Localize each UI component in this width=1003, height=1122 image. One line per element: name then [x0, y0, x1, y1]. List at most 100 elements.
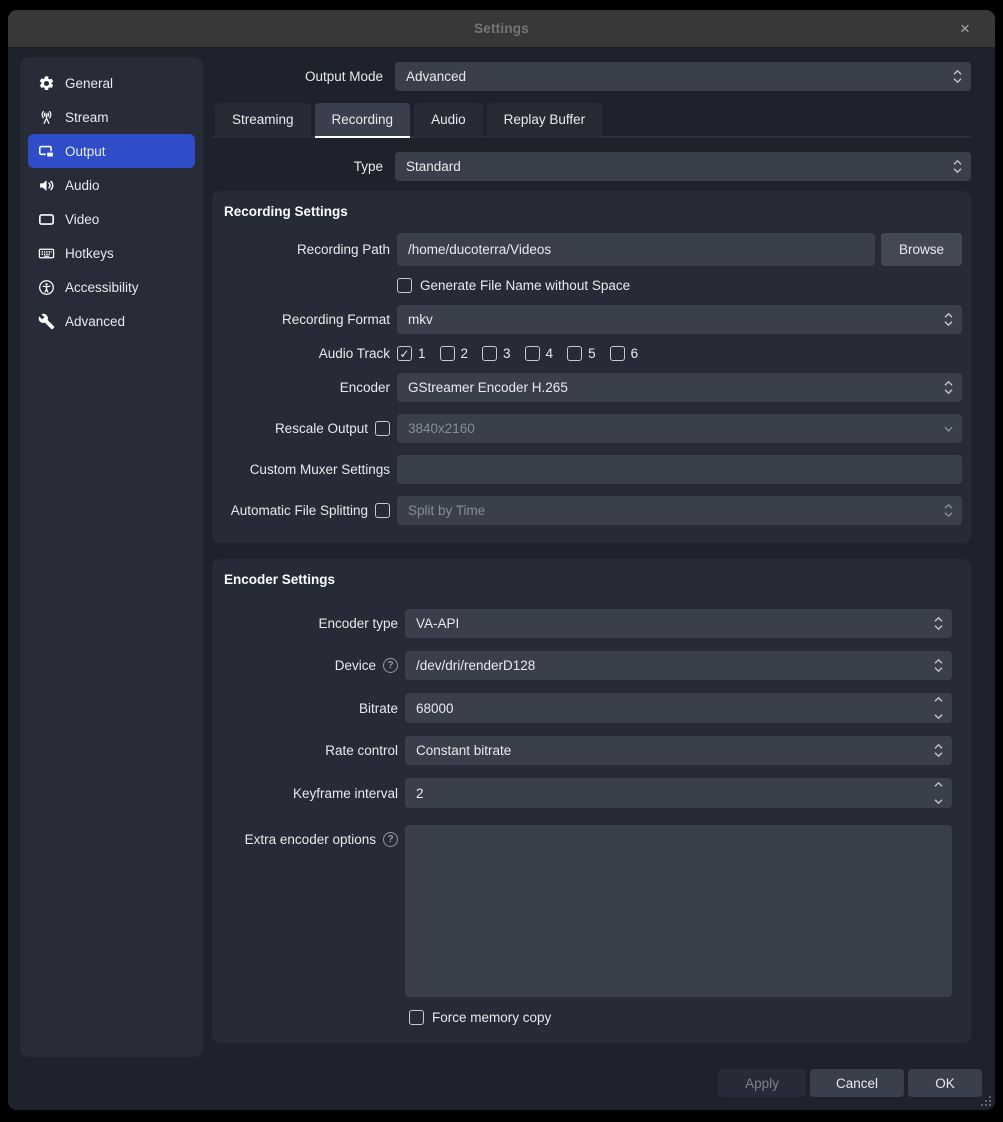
force-memory-copy-checkbox[interactable]: [409, 1010, 424, 1025]
chevron-up-down-icon: [936, 313, 953, 326]
chevron-up-down-icon: [945, 160, 962, 173]
force-memory-copy-row: Force memory copy: [222, 1010, 952, 1025]
generate-no-space-row: Generate File Name without Space: [222, 278, 962, 293]
wrench-icon: [37, 312, 55, 330]
tab-audio[interactable]: Audio: [414, 103, 483, 138]
auto-split-checkbox[interactable]: [375, 503, 390, 518]
audio-track-3-checkbox[interactable]: [482, 346, 497, 361]
spin-up-icon[interactable]: [934, 782, 943, 787]
rescale-output-checkbox[interactable]: [375, 421, 390, 436]
help-icon[interactable]: ?: [383, 658, 398, 673]
sidebar-item-accessibility[interactable]: Accessibility: [28, 270, 195, 304]
sidebar-item-video[interactable]: Video: [28, 202, 195, 236]
spin-down-icon[interactable]: [934, 714, 943, 719]
encoder-select[interactable]: GStreamer Encoder H.265: [397, 373, 962, 402]
gear-icon: [37, 74, 55, 92]
keyframe-interval-row: Keyframe interval 2: [222, 778, 952, 808]
recording-path-input[interactable]: /home/ducoterra/Videos: [397, 233, 875, 266]
custom-muxer-row: Custom Muxer Settings: [222, 455, 962, 484]
sidebar-item-advanced[interactable]: Advanced: [28, 304, 195, 338]
speaker-icon: [37, 176, 55, 194]
keyframe-interval-label: Keyframe interval: [222, 786, 398, 801]
audio-track-2-checkbox[interactable]: [440, 346, 455, 361]
recording-path-label: Recording Path: [222, 242, 390, 257]
audio-track-5-checkbox[interactable]: [567, 346, 582, 361]
tab-replay-buffer[interactable]: Replay Buffer: [487, 103, 603, 138]
output-tabs: Streaming Recording Audio Replay Buffer: [212, 103, 971, 138]
auto-split-mode-select[interactable]: Split by Time: [397, 496, 962, 525]
recording-format-select[interactable]: mkv: [397, 305, 962, 334]
rescale-resolution-select[interactable]: 3840x2160: [397, 414, 962, 443]
recording-format-row: Recording Format mkv: [222, 305, 962, 334]
custom-muxer-input[interactable]: [397, 455, 962, 484]
audio-track-6-checkbox[interactable]: [610, 346, 625, 361]
chevron-up-down-icon: [945, 70, 962, 83]
monitor-icon: [37, 210, 55, 228]
sidebar-item-label: Audio: [65, 178, 100, 193]
extra-options-row: Extra encoder options ?: [222, 825, 952, 997]
rescale-output-label: Rescale Output: [275, 421, 368, 436]
spin-down-icon[interactable]: [934, 799, 943, 804]
accessibility-icon: [37, 278, 55, 296]
close-icon[interactable]: ×: [951, 10, 979, 47]
chevron-down-icon: [936, 426, 953, 432]
bitrate-row: Bitrate 68000: [222, 693, 952, 723]
extra-options-textarea[interactable]: [405, 825, 952, 997]
output-display-icon: [37, 142, 55, 160]
rate-control-label: Rate control: [222, 743, 398, 758]
resize-grip[interactable]: [980, 1095, 992, 1107]
device-label: Device: [335, 658, 376, 673]
cancel-button[interactable]: Cancel: [810, 1069, 904, 1097]
spin-up-icon[interactable]: [934, 697, 943, 702]
sidebar-item-hotkeys[interactable]: Hotkeys: [28, 236, 195, 270]
device-row: Device ? /dev/dri/renderD128: [222, 651, 952, 680]
bitrate-label: Bitrate: [222, 701, 398, 716]
device-select[interactable]: /dev/dri/renderD128: [405, 651, 952, 680]
type-label: Type: [212, 159, 383, 174]
sidebar-item-audio[interactable]: Audio: [28, 168, 195, 202]
audio-track-row: Audio Track 1 2 3 4 5 6: [222, 346, 962, 361]
ok-button[interactable]: OK: [908, 1069, 982, 1097]
recording-path-row: Recording Path /home/ducoterra/Videos Br…: [222, 233, 962, 266]
help-icon[interactable]: ?: [383, 832, 398, 847]
encoder-type-select[interactable]: VA-API: [405, 609, 952, 638]
recording-settings-title: Recording Settings: [224, 204, 962, 219]
antenna-icon: [37, 108, 55, 126]
sidebar-item-label: Hotkeys: [65, 246, 114, 261]
custom-muxer-label: Custom Muxer Settings: [222, 462, 390, 477]
chevron-up-down-icon: [926, 744, 943, 757]
title-bar: Settings ×: [8, 10, 995, 47]
rescale-output-row: Rescale Output 3840x2160: [222, 414, 962, 443]
encoder-type-label: Encoder type: [222, 616, 398, 631]
sidebar-item-stream[interactable]: Stream: [28, 100, 195, 134]
chevron-up-down-icon: [926, 617, 943, 630]
keyboard-icon: [37, 244, 55, 262]
encoder-row: Encoder GStreamer Encoder H.265: [222, 373, 962, 402]
generate-no-space-label: Generate File Name without Space: [420, 278, 630, 293]
type-row: Type Standard: [212, 152, 971, 181]
audio-track-1-checkbox[interactable]: [397, 346, 412, 361]
sidebar-item-output[interactable]: Output: [28, 134, 195, 168]
rate-control-row: Rate control Constant bitrate: [222, 736, 952, 765]
keyframe-interval-spinbox[interactable]: 2: [405, 778, 952, 808]
type-select[interactable]: Standard: [395, 152, 971, 181]
audio-track-4-checkbox[interactable]: [525, 346, 540, 361]
output-mode-select[interactable]: Advanced: [395, 62, 971, 91]
encoder-settings-group: Encoder Settings Encoder type VA-API Dev…: [212, 559, 971, 1043]
audio-track-label: Audio Track: [222, 346, 390, 361]
rate-control-select[interactable]: Constant bitrate: [405, 736, 952, 765]
tab-streaming[interactable]: Streaming: [215, 103, 311, 138]
apply-button[interactable]: Apply: [718, 1069, 806, 1097]
encoder-label: Encoder: [222, 380, 390, 395]
bitrate-spinbox[interactable]: 68000: [405, 693, 952, 723]
window-title: Settings: [474, 21, 529, 36]
settings-window: Settings × General Stream Output Audio V…: [8, 10, 995, 1110]
sidebar-item-label: Video: [65, 212, 99, 227]
browse-button[interactable]: Browse: [881, 233, 962, 266]
recording-settings-group: Recording Settings Recording Path /home/…: [212, 191, 971, 543]
generate-no-space-checkbox[interactable]: [397, 278, 412, 293]
sidebar-item-general[interactable]: General: [28, 66, 195, 100]
sidebar-item-label: Advanced: [65, 314, 125, 329]
tab-recording[interactable]: Recording: [315, 103, 411, 138]
auto-split-row: Automatic File Splitting Split by Time: [222, 496, 962, 525]
